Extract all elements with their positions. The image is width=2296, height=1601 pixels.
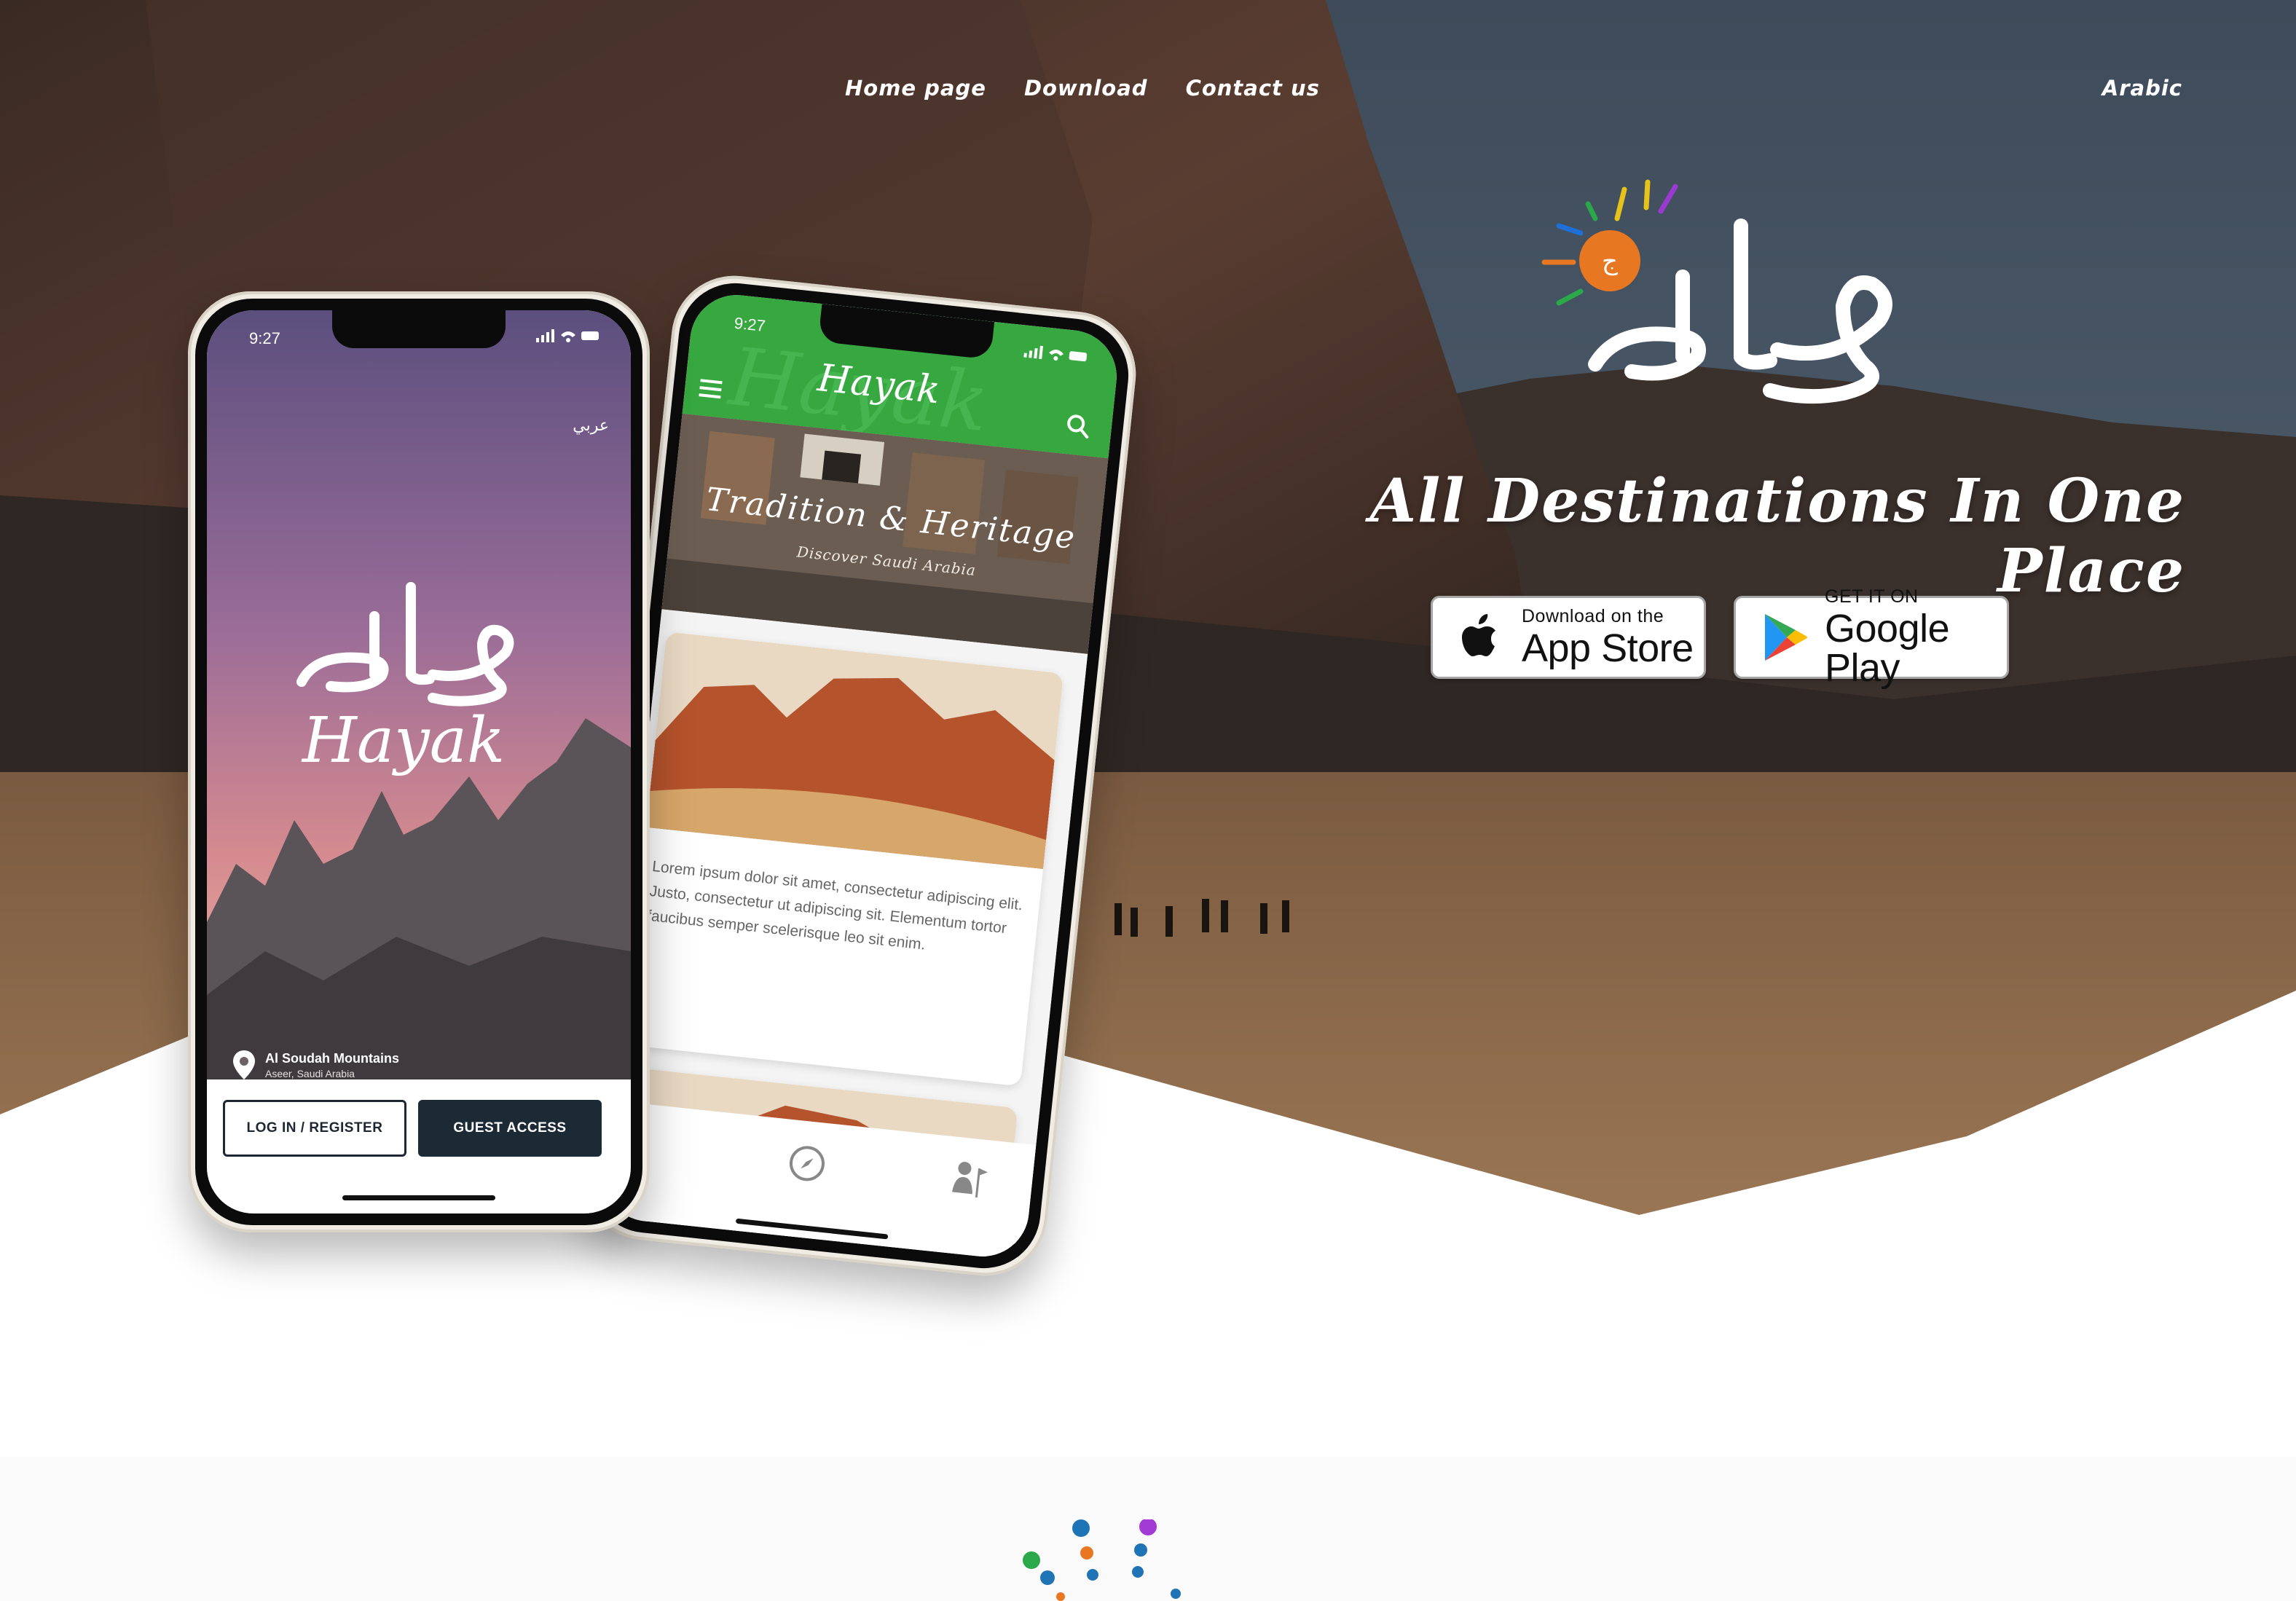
app-language-toggle[interactable]: عربي <box>573 417 609 435</box>
google-play-button[interactable]: GET IT ON Google Play <box>1734 587 2009 688</box>
hayak-logo: ج <box>1530 175 1923 422</box>
guide-icon[interactable] <box>944 1155 992 1203</box>
location-subtitle: Aseer, Saudi Arabia <box>265 1067 355 1079</box>
google-play-small-label: GET IT ON <box>1825 586 1919 607</box>
auth-actions: LOG IN / REGISTER GUEST ACCESS <box>207 1079 631 1213</box>
phone-mockup-welcome: 9:27 عربي Hayak Al Soudah Mountains Asee… <box>188 291 650 1232</box>
top-nav: Home page Download Contact us <box>845 76 1320 101</box>
app-feed: Lorem ipsum dolor sit amet, consectetur … <box>597 609 1088 1262</box>
destination-card[interactable]: Lorem ipsum dolor sit amet, consectetur … <box>623 632 1064 1087</box>
hamburger-menu-icon[interactable] <box>699 377 727 401</box>
app-store-button[interactable]: Download on the App Store <box>1431 596 1706 679</box>
app-store-small-label: Download on the <box>1522 605 1664 626</box>
nav-home-page[interactable]: Home page <box>845 76 986 101</box>
nav-contact-us[interactable]: Contact us <box>1186 76 1320 101</box>
language-switch-link[interactable]: Arabic <box>2102 76 2182 101</box>
compass-icon[interactable] <box>785 1141 830 1187</box>
nav-download[interactable]: Download <box>1024 76 1148 101</box>
status-time: 9:27 <box>733 313 766 336</box>
welcome-screen: 9:27 عربي Hayak Al Soudah Mountains Asee… <box>207 310 631 1213</box>
location-title: Al Soudah Mountains <box>265 1050 399 1066</box>
home-indicator <box>342 1195 495 1200</box>
destination-card-image <box>645 632 1064 870</box>
guest-access-button[interactable]: GUEST ACCESS <box>418 1100 602 1157</box>
hero-tagline: All Destinations In One Place <box>1369 466 2185 606</box>
apple-icon <box>1462 614 1495 656</box>
status-icons <box>536 329 599 342</box>
location-pin-icon <box>233 1050 255 1079</box>
login-register-button[interactable]: LOG IN / REGISTER <box>223 1100 406 1157</box>
app-store-big-label: App Store <box>1522 626 1694 670</box>
google-play-big-label: Google Play <box>1825 606 1950 690</box>
location-caption: Al Soudah Mountains Aseer, Saudi Arabia <box>233 1050 399 1079</box>
app-logo: Hayak <box>287 573 549 806</box>
svg-text:ج: ج <box>1602 247 1618 276</box>
google-play-icon <box>1765 614 1807 661</box>
app-logo-latin: Hayak <box>301 704 505 777</box>
decorative-dots-icon <box>1023 1519 1181 1601</box>
status-time: 9:27 <box>249 329 280 347</box>
search-icon[interactable] <box>1064 412 1093 441</box>
